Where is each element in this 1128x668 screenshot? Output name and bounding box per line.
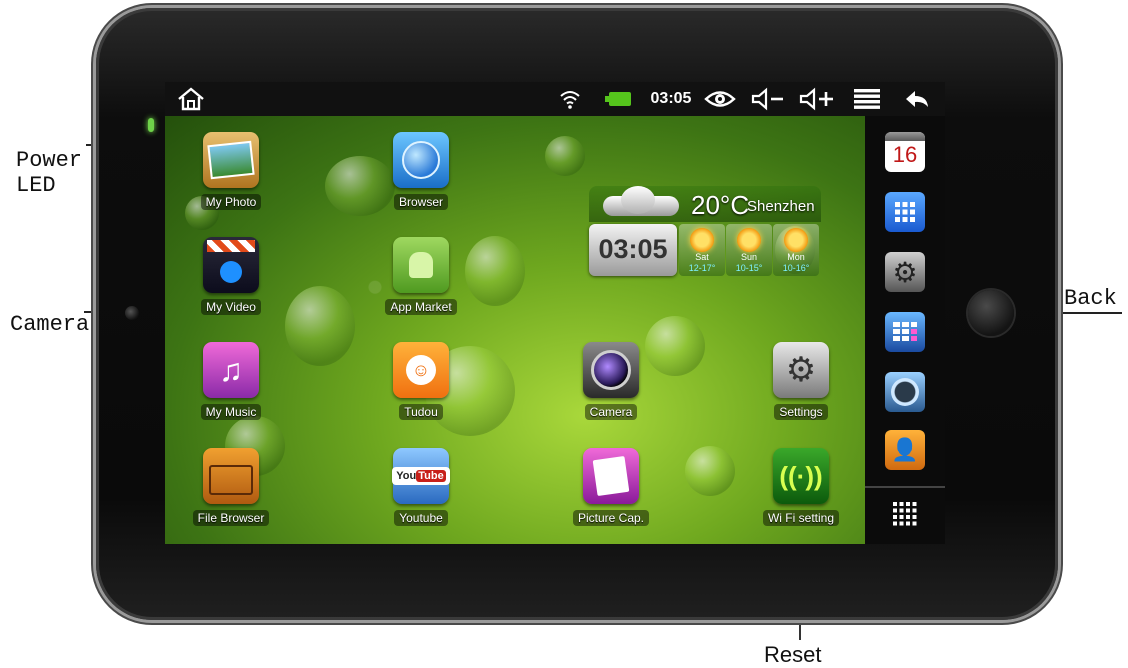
youtube-icon: You Tube (392, 448, 450, 504)
back-button[interactable] (968, 290, 1014, 336)
app-label: My Video (201, 299, 261, 315)
power-led-label-line2: LED (16, 173, 56, 198)
app-label: My Photo (200, 194, 262, 210)
forecast-day-name: Mon (787, 252, 805, 262)
status-time: 03:05 (650, 90, 692, 107)
power-led (148, 118, 154, 132)
app-settings[interactable]: ⚙ Settings (756, 342, 846, 421)
app-my-music[interactable]: ♫ My Music (186, 342, 276, 421)
eye-icon[interactable] (703, 82, 737, 116)
settings-gears-icon[interactable]: ⚙ (885, 252, 925, 292)
gears-icon: ⚙ (773, 342, 829, 398)
water-drop (545, 136, 585, 176)
app-label: File Browser (192, 510, 270, 526)
app-tudou[interactable]: ☺ Tudou (376, 342, 466, 421)
calculator-icon[interactable] (885, 312, 925, 352)
app-picture-cap[interactable]: Picture Cap. (566, 448, 656, 527)
photo-icon (203, 132, 259, 188)
forecast-day: Mon 10-16° (773, 224, 819, 276)
sun-icon (737, 228, 761, 252)
front-camera (125, 306, 139, 320)
forecast-day: Sun 10-15° (726, 224, 772, 276)
sun-icon (690, 228, 714, 252)
reset-pointer (799, 622, 801, 640)
forecast-day-name: Sun (740, 252, 757, 262)
water-drop (465, 236, 525, 306)
calendar-date: 16 (892, 142, 918, 167)
wifi-antenna-icon: ((·)) (773, 448, 829, 504)
water-drop (685, 446, 735, 496)
weather-city: Shenzhen (747, 198, 815, 215)
app-label: Youtube (394, 510, 448, 526)
app-label: App Market (385, 299, 457, 315)
tablet-screen: 03:05 My Photo Browser My Video App Mark… (165, 82, 945, 544)
app-dock: 16 ⚙ 👤 (865, 116, 945, 544)
back-label: Back (1064, 286, 1117, 311)
volume-up-icon[interactable] (797, 82, 837, 116)
back-pointer (1050, 312, 1122, 314)
weather-widget[interactable]: 20°C Shenzhen 03:05 Sat 12-17° Sun 10-15… (589, 186, 821, 278)
app-file-browser[interactable]: File Browser (186, 448, 276, 527)
wifi-icon (555, 82, 585, 116)
power-led-label: Power LED (16, 148, 82, 198)
contacts-icon[interactable]: 👤 (885, 430, 925, 470)
briefcase-icon (203, 448, 259, 504)
app-label: My Music (200, 404, 262, 420)
reset-label: Reset (764, 642, 822, 667)
video-clapper-icon (203, 237, 259, 293)
app-my-video[interactable]: My Video (186, 237, 276, 316)
app-label: Camera (584, 404, 638, 420)
app-camera[interactable]: Camera (566, 342, 656, 421)
forecast-day-name: Sat (695, 252, 709, 262)
app-label: Settings (774, 404, 828, 420)
menu-icon[interactable] (849, 82, 885, 116)
home-icon[interactable] (171, 82, 211, 116)
widget-clock: 03:05 (589, 224, 677, 276)
app-wifi-setting[interactable]: ((·)) Wi Fi setting (756, 448, 846, 527)
app-label: Tudou (399, 404, 443, 420)
volume-down-icon[interactable] (749, 82, 787, 116)
music-note-icon: ♫ (203, 342, 259, 398)
tudou-icon: ☺ (393, 342, 449, 398)
battery-icon (605, 82, 635, 116)
camera-label: Camera (10, 312, 90, 337)
app-label: Browser (393, 194, 448, 210)
widget-clock-time: 03:05 (598, 234, 668, 264)
globe-icon (393, 132, 449, 188)
all-apps-icon[interactable] (885, 494, 925, 534)
app-app-market[interactable]: App Market (376, 237, 466, 316)
app-label: Picture Cap. (572, 510, 650, 526)
cloud-icon (595, 182, 685, 218)
forecast-day-range: 10-16° (782, 263, 810, 273)
clock-icon[interactable] (885, 372, 925, 412)
app-youtube[interactable]: You Tube Youtube (376, 448, 466, 527)
sun-icon (784, 228, 808, 252)
app-browser[interactable]: Browser (376, 132, 466, 211)
picture-capture-icon (583, 448, 639, 504)
forecast-day-range: 10-15° (735, 263, 763, 273)
weather-temperature: 20°C (691, 190, 750, 220)
dock-divider (865, 486, 945, 488)
camera-icon (583, 342, 639, 398)
forecast-day: Sat 12-17° (679, 224, 725, 276)
back-arrow-icon[interactable] (899, 82, 935, 116)
app-my-photo[interactable]: My Photo (186, 132, 276, 211)
app-grid-icon[interactable] (885, 192, 925, 232)
android-market-icon (393, 237, 449, 293)
water-drop (285, 286, 355, 366)
app-label: Wi Fi setting (762, 510, 839, 526)
status-bar: 03:05 (165, 82, 945, 116)
forecast-day-range: 12-17° (688, 263, 716, 273)
calendar-icon[interactable]: 16 (885, 132, 925, 172)
power-led-label-line1: Power (16, 148, 83, 173)
